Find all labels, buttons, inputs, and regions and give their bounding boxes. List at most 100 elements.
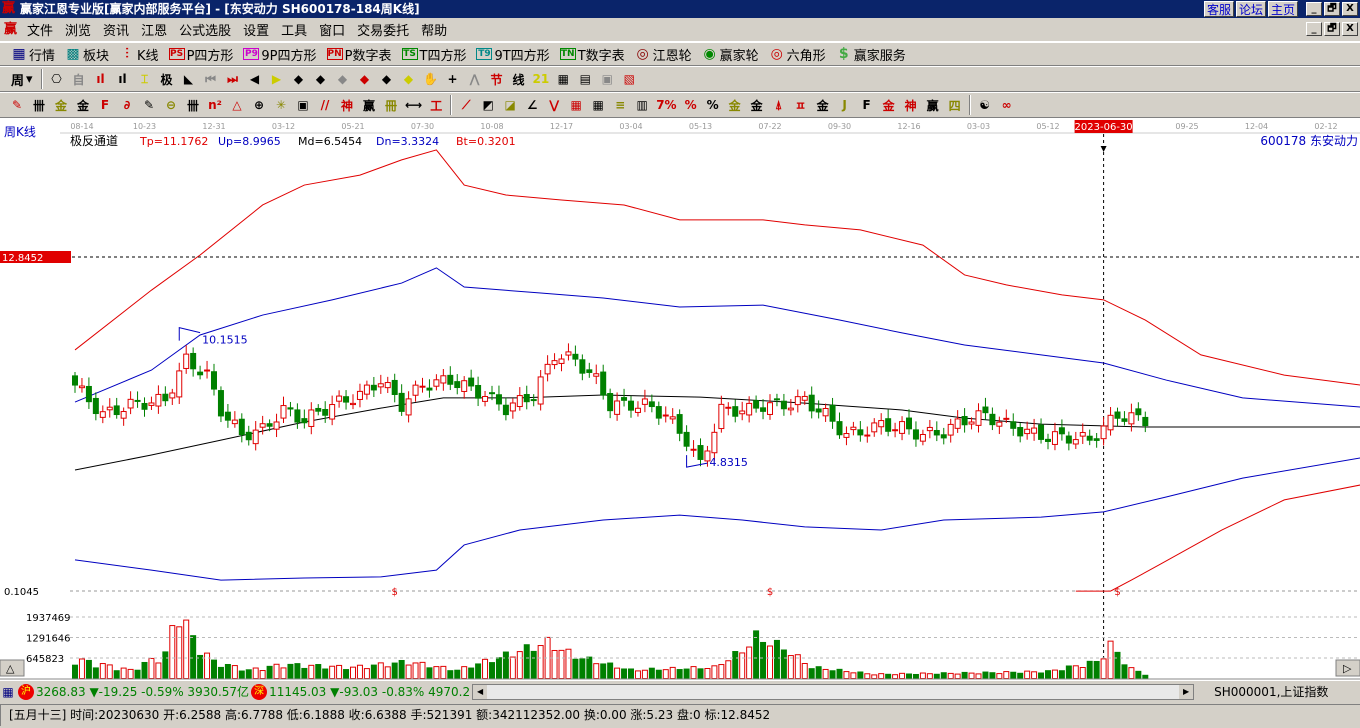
draw-tool-icon-2[interactable]: 金 <box>53 97 69 114</box>
toolbar-button-12[interactable]: $ 赢家服务 <box>831 45 911 64</box>
draw-tool-icon-28[interactable]: ▥ <box>634 98 650 112</box>
chart-tool-icon-18[interactable]: + <box>445 72 461 86</box>
draw-tool-icon-34[interactable]: ⍋ <box>771 98 787 113</box>
draw-tool-icon-13[interactable]: ▣ <box>295 98 311 112</box>
menu-item-7[interactable]: 窗口 <box>313 20 351 39</box>
chart-tool-icon-10[interactable]: ▶ <box>269 72 285 86</box>
menu-item-1[interactable]: 浏览 <box>59 20 97 39</box>
draw-tool-icon-20[interactable]: ⟋ <box>458 98 474 113</box>
toolbar-button-9[interactable]: ◎ 江恩轮 <box>630 45 697 64</box>
chart-tool-icon-0[interactable]: ⎔ <box>49 72 65 86</box>
draw-tool-icon-21[interactable]: ◩ <box>480 98 496 112</box>
scroll-right-button[interactable]: ▶ <box>1179 684 1194 699</box>
chart-tool-icon-3[interactable]: ıl <box>115 72 131 86</box>
draw-tool-icon-11[interactable]: ⊕ <box>251 98 267 112</box>
toolbar-button-2[interactable]: ⫶ K线 <box>114 45 164 64</box>
chart-tool-icon-13[interactable]: ◆ <box>335 72 351 86</box>
close-button[interactable]: X <box>1342 2 1358 16</box>
draw-tool-icon-10[interactable]: △ <box>229 98 245 112</box>
draw-tool-icon-35[interactable]: ㅍ <box>793 97 809 114</box>
menu-item-8[interactable]: 交易委托 <box>351 20 415 39</box>
chart-tool-icon-21[interactable]: 线 <box>511 71 527 88</box>
chart-tool-icon-2[interactable]: ıl <box>93 72 109 86</box>
draw-tool-icon-41[interactable]: 赢 <box>925 97 941 114</box>
draw-tool-icon-23[interactable]: ∠ <box>524 98 540 112</box>
chart-tool-icon-4[interactable]: ⌶ <box>137 72 153 87</box>
child-minimize-button[interactable]: _ <box>1306 22 1322 36</box>
chart-tool-icon-17[interactable]: ✋ <box>423 72 439 86</box>
draw-tool-icon-26[interactable]: ▦ <box>590 98 606 112</box>
minimize-button[interactable]: _ <box>1306 2 1322 16</box>
draw-tool-icon-44[interactable]: ∞ <box>999 98 1015 112</box>
chart-tool-icon-15[interactable]: ◆ <box>379 72 395 86</box>
homepage-link[interactable]: 主页 <box>1267 1 1298 17</box>
index-name[interactable]: SH000001,上证指数 <box>1214 683 1328 700</box>
draw-tool-icon-9[interactable]: n² <box>207 98 223 112</box>
menu-item-5[interactable]: 设置 <box>237 20 275 39</box>
draw-tool-icon-42[interactable]: 四 <box>947 97 963 114</box>
chart-tool-icon-23[interactable]: ▦ <box>555 72 571 86</box>
draw-tool-icon-18[interactable]: ⟷ <box>405 98 422 112</box>
period-select[interactable]: 周 ▾ <box>6 70 38 89</box>
shanghai-index[interactable]: 3268.83 ▼-19.25 -0.59% 3930.57亿 <box>36 683 249 700</box>
quote-table-icon[interactable]: ▦ <box>0 685 16 699</box>
draw-tool-icon-37[interactable]: J <box>837 98 853 112</box>
menu-item-3[interactable]: 江恩 <box>135 20 173 39</box>
draw-tool-icon-7[interactable]: ⊖ <box>163 98 179 112</box>
draw-tool-icon-40[interactable]: 神 <box>903 97 919 114</box>
chart-tool-icon-1[interactable]: 自 <box>71 71 87 88</box>
draw-tool-icon-32[interactable]: 金 <box>727 97 743 114</box>
toolbar-button-0[interactable]: ▦ 行情 <box>6 45 60 64</box>
draw-tool-icon-33[interactable]: 金 <box>749 97 765 114</box>
restore-button[interactable]: 🗗 <box>1324 2 1340 16</box>
chart-tool-icon-26[interactable]: ▧ <box>621 72 637 86</box>
draw-tool-icon-36[interactable]: 金 <box>815 97 831 114</box>
chart-tool-icon-6[interactable]: ◣ <box>181 72 197 86</box>
shenzhen-index[interactable]: 11145.03 ▼-93.03 -0.83% 4970.2 <box>269 685 470 699</box>
menu-item-0[interactable]: 文件 <box>21 20 59 39</box>
kline-chart[interactable]: 周K线 08-14 10-23 12-31 03-12 05-21 07-30 10-08 12… <box>0 118 1360 680</box>
toolbar-button-3[interactable]: PS P四方形 <box>164 45 239 64</box>
draw-tool-icon-31[interactable]: % <box>705 98 721 112</box>
toolbar-button-10[interactable]: ◉ 赢家轮 <box>697 45 764 64</box>
chart-tool-icon-22[interactable]: 21 <box>533 72 550 86</box>
toolbar-button-7[interactable]: T9 9T四方形 <box>471 45 554 64</box>
toolbar-button-5[interactable]: PN P数字表 <box>322 45 397 64</box>
draw-tool-icon-0[interactable]: ✎ <box>9 98 25 112</box>
toolbar-button-11[interactable]: ◎ 六角形 <box>764 45 831 64</box>
menu-item-9[interactable]: 帮助 <box>415 20 453 39</box>
draw-tool-icon-12[interactable]: ✳ <box>273 98 289 112</box>
draw-tool-icon-14[interactable]: // <box>317 98 333 112</box>
draw-tool-icon-8[interactable]: 卌 <box>185 97 201 114</box>
toolbar-button-4[interactable]: P9 9P四方形 <box>238 45 321 64</box>
toolbar-button-6[interactable]: TS T四方形 <box>397 45 472 64</box>
child-close-button[interactable]: X <box>1342 22 1358 36</box>
child-restore-button[interactable]: 🗗 <box>1324 22 1340 36</box>
chart-tool-icon-19[interactable]: ⋀ <box>467 72 483 86</box>
toolbar-button-1[interactable]: ▩ 板块 <box>60 45 114 64</box>
draw-tool-icon-29[interactable]: 7% <box>656 98 676 112</box>
toolbar-button-8[interactable]: TN T数字表 <box>555 45 630 64</box>
draw-tool-icon-5[interactable]: ∂ <box>119 98 135 112</box>
draw-tool-icon-27[interactable]: ≡ <box>612 98 628 112</box>
draw-tool-icon-30[interactable]: % <box>683 98 699 112</box>
draw-tool-icon-3[interactable]: 金 <box>75 97 91 114</box>
chart-tool-icon-24[interactable]: ▤ <box>577 72 593 86</box>
menu-item-4[interactable]: 公式选股 <box>173 20 237 39</box>
chart-tool-icon-5[interactable]: 极 <box>159 71 175 88</box>
customer-service-link[interactable]: 客服 <box>1203 1 1234 17</box>
draw-tool-icon-17[interactable]: 冊 <box>383 97 399 114</box>
menu-item-2[interactable]: 资讯 <box>97 20 135 39</box>
draw-tool-icon-19[interactable]: 工 <box>428 97 444 114</box>
chart-tool-icon-11[interactable]: ◆ <box>291 72 307 86</box>
forum-link[interactable]: 论坛 <box>1235 1 1266 17</box>
index-scrollbar[interactable]: ◀ ▶ <box>472 683 1195 700</box>
draw-tool-icon-1[interactable]: 卌 <box>31 97 47 114</box>
scroll-left-button[interactable]: ◀ <box>473 684 488 699</box>
draw-tool-icon-39[interactable]: 金 <box>881 97 897 114</box>
draw-tool-icon-38[interactable]: F <box>859 98 875 112</box>
chart-tool-icon-25[interactable]: ▣ <box>599 72 615 86</box>
chart-tool-icon-9[interactable]: ◀ <box>247 72 263 86</box>
draw-tool-icon-22[interactable]: ◪ <box>502 98 518 112</box>
draw-tool-icon-6[interactable]: ✎ <box>141 98 157 112</box>
